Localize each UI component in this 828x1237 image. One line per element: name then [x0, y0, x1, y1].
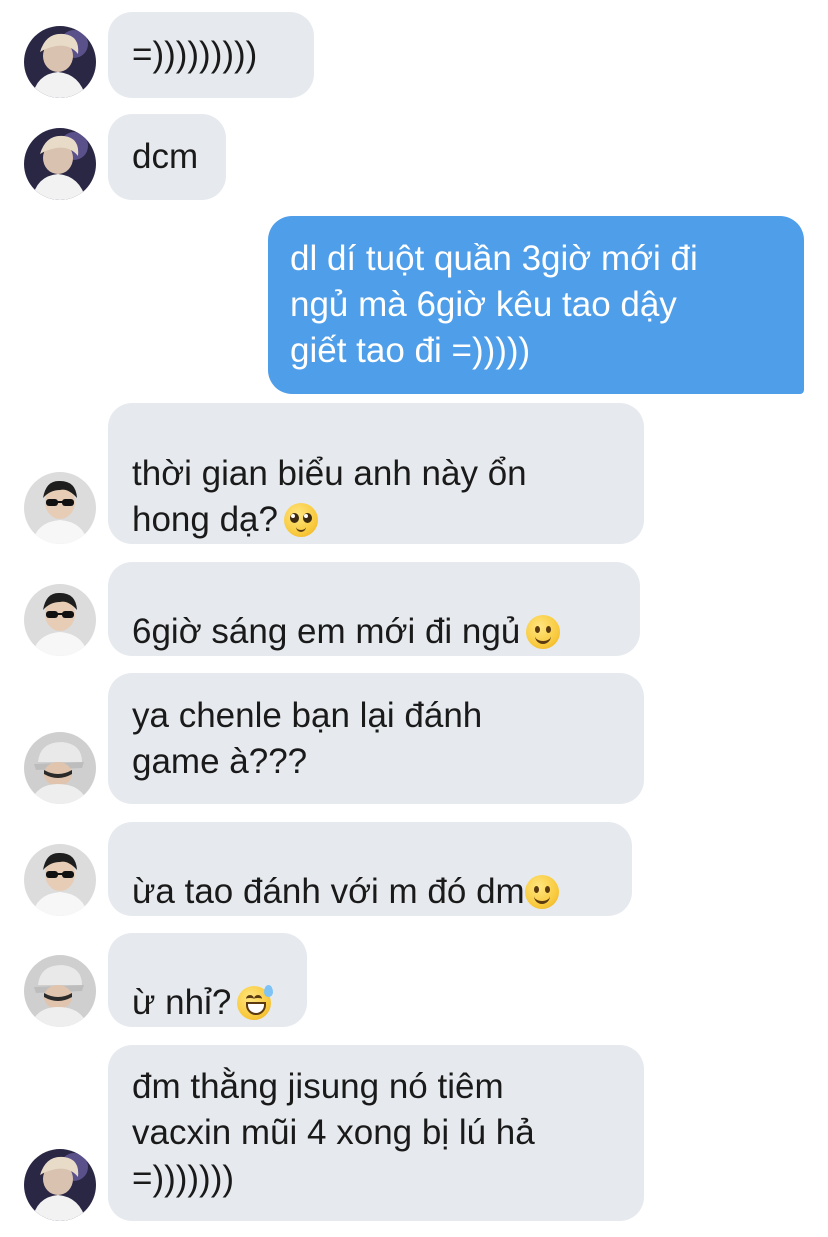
message-bubble[interactable]: thời gian biểu anh này ổn hong dạ?	[108, 403, 644, 544]
message-row: 6giờ sáng em mới đi ngủ	[0, 562, 828, 656]
message-text: 6giờ sáng em mới đi ngủ	[132, 612, 521, 651]
message-text: =)))))))))	[132, 35, 258, 74]
message-bubble[interactable]: 6giờ sáng em mới đi ngủ	[108, 562, 640, 656]
avatar-blond[interactable]	[24, 128, 96, 200]
message-row: =)))))))))	[0, 12, 828, 98]
avatar-sunglasses[interactable]	[24, 472, 96, 544]
avatar-sunglasses[interactable]	[24, 844, 96, 916]
message-row: thời gian biểu anh này ổn hong dạ?	[0, 403, 828, 544]
message-bubble[interactable]: ya chenle bạn lại đánh game à???	[108, 673, 644, 804]
message-row: ừ nhỉ?	[0, 933, 828, 1027]
pleading-face-emoji	[283, 502, 318, 537]
avatar-cap[interactable]	[24, 955, 96, 1027]
message-content: ừ nhỉ?	[132, 934, 274, 1026]
message-bubble[interactable]: đm thằng jisung nó tiêm vacxin mũi 4 xon…	[108, 1045, 644, 1221]
message-text: dl dí tuột quần 3giờ mới đi ngủ mà 6giờ …	[290, 239, 698, 370]
message-bubble-outgoing[interactable]: dl dí tuột quần 3giờ mới đi ngủ mà 6giờ …	[268, 216, 804, 394]
message-bubble[interactable]: ừ nhỉ?	[108, 933, 307, 1027]
message-row: ya chenle bạn lại đánh game à???	[0, 673, 828, 804]
message-text: đm thằng jisung nó tiêm vacxin mũi 4 xon…	[132, 1067, 535, 1198]
avatar-cap[interactable]	[24, 732, 96, 804]
message-content: thời gian biểu anh này ổn hong dạ?	[132, 405, 527, 543]
avatar-sunglasses[interactable]	[24, 584, 96, 656]
avatar-blond[interactable]	[24, 1149, 96, 1221]
message-row: ừa tao đánh với m đó dm	[0, 822, 828, 916]
message-row: đm thằng jisung nó tiêm vacxin mũi 4 xon…	[0, 1045, 828, 1221]
message-bubble[interactable]: ừa tao đánh với m đó dm	[108, 822, 632, 916]
avatar-blond[interactable]	[24, 26, 96, 98]
message-text: ừ nhỉ?	[132, 983, 232, 1022]
slightly-smiling-face-emoji	[526, 615, 561, 649]
message-row: dcm	[0, 114, 828, 200]
message-text: ừa tao đánh với m đó dm	[132, 872, 525, 911]
message-text: thời gian biểu anh này ổn hong dạ?	[132, 453, 527, 539]
grinning-face-with-sweat-emoji	[237, 985, 274, 1020]
message-text: ya chenle bạn lại đánh game à???	[132, 695, 483, 781]
message-text: dcm	[132, 137, 199, 176]
message-bubble[interactable]: =)))))))))	[108, 12, 314, 98]
message-content: ừa tao đánh với m đó dm	[132, 823, 559, 915]
message-row: dl dí tuột quần 3giờ mới đi ngủ mà 6giờ …	[0, 216, 828, 394]
message-content: 6giờ sáng em mới đi ngủ	[132, 563, 561, 655]
slightly-smiling-face-emoji	[524, 875, 559, 909]
message-bubble[interactable]: dcm	[108, 114, 226, 200]
